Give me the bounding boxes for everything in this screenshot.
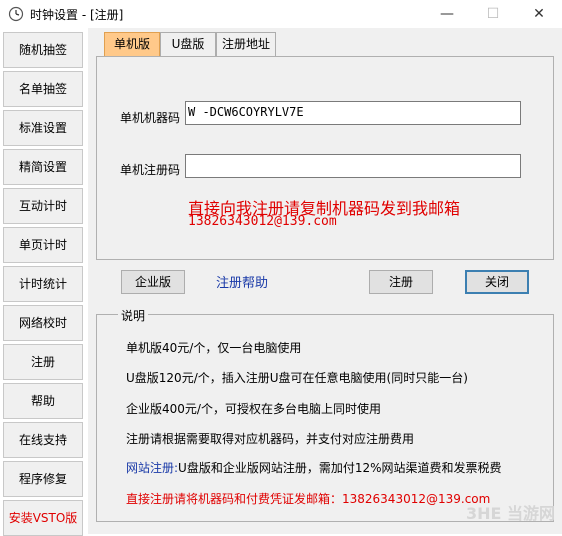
sidebar-item-random-draw[interactable]: 随机抽签 (3, 32, 83, 68)
sidebar-item-repair[interactable]: 程序修复 (3, 461, 83, 497)
info-line-instructions: 注册请根据需要取得对应机器码，并支付对应注册费用 (126, 432, 415, 446)
info-legend: 说明 (118, 307, 149, 324)
sidebar-item-standard[interactable]: 标准设置 (3, 110, 83, 146)
tab-usb[interactable]: U盘版 (160, 32, 216, 56)
clock-icon (8, 6, 24, 22)
sidebar-item-single-page[interactable]: 单页计时 (3, 227, 83, 263)
register-button[interactable]: 注册 (369, 270, 433, 294)
minimize-button[interactable]: — (424, 0, 470, 28)
info-line-direct: 直接注册请将机器码和付费凭证发邮箱：13826343012@139.com (126, 492, 491, 506)
info-line-website: 网站注册:U盘版和企业版网站注册，需加付12%网站渠道费和发票税费 (126, 459, 502, 476)
close-window-button[interactable]: ✕ (516, 0, 562, 28)
sidebar-item-online-support[interactable]: 在线支持 (3, 422, 83, 458)
sidebar-item-interactive[interactable]: 互动计时 (3, 188, 83, 224)
close-button[interactable]: 关闭 (465, 270, 529, 294)
website-register-text: U盘版和企业版网站注册，需加付12%网站渠道费和发票税费 (178, 461, 502, 475)
maximize-button[interactable]: ☐ (470, 0, 516, 28)
register-help-link[interactable]: 注册帮助 (216, 272, 268, 291)
info-line-usb: U盘版120元/个，插入注册U盘可在任意电脑使用(同时只能一台) (126, 371, 468, 385)
notice-email: 13826343012@139.com (188, 214, 337, 229)
tab-standalone[interactable]: 单机版 (104, 32, 160, 56)
reg-code-label: 单机注册码 (120, 163, 181, 177)
sidebar-item-install-vsto[interactable]: 安装VSTO版 (3, 500, 83, 536)
watermark-logo: 3HE 当游网 (466, 504, 556, 523)
machine-code-field[interactable]: W -DCW6COYRYLV7E (185, 101, 521, 125)
sidebar-item-network-time[interactable]: 网络校时 (3, 305, 83, 341)
info-line-standalone: 单机版40元/个，仅一台电脑使用 (126, 341, 302, 355)
reg-code-field[interactable] (185, 154, 521, 178)
enterprise-button[interactable]: 企业版 (121, 270, 185, 294)
title-bar: 时钟设置 - [注册] — ☐ ✕ (0, 0, 562, 28)
machine-code-label: 单机机器码 (120, 111, 181, 125)
sidebar-item-stats[interactable]: 计时统计 (3, 266, 83, 302)
tab-register-address[interactable]: 注册地址 (216, 32, 276, 56)
sidebar-item-help[interactable]: 帮助 (3, 383, 83, 419)
sidebar-item-register[interactable]: 注册 (3, 344, 83, 380)
website-register-label: 网站注册: (126, 461, 179, 475)
sidebar-item-list-draw[interactable]: 名单抽签 (3, 71, 83, 107)
window-title: 时钟设置 - [注册] (30, 8, 124, 22)
sidebar-item-compact[interactable]: 精简设置 (3, 149, 83, 185)
info-line-enterprise: 企业版400元/个，可授权在多台电脑上同时使用 (126, 402, 381, 416)
sidebar: 随机抽签 名单抽签 标准设置 精简设置 互动计时 单页计时 计时统计 网络校时 … (0, 30, 85, 536)
